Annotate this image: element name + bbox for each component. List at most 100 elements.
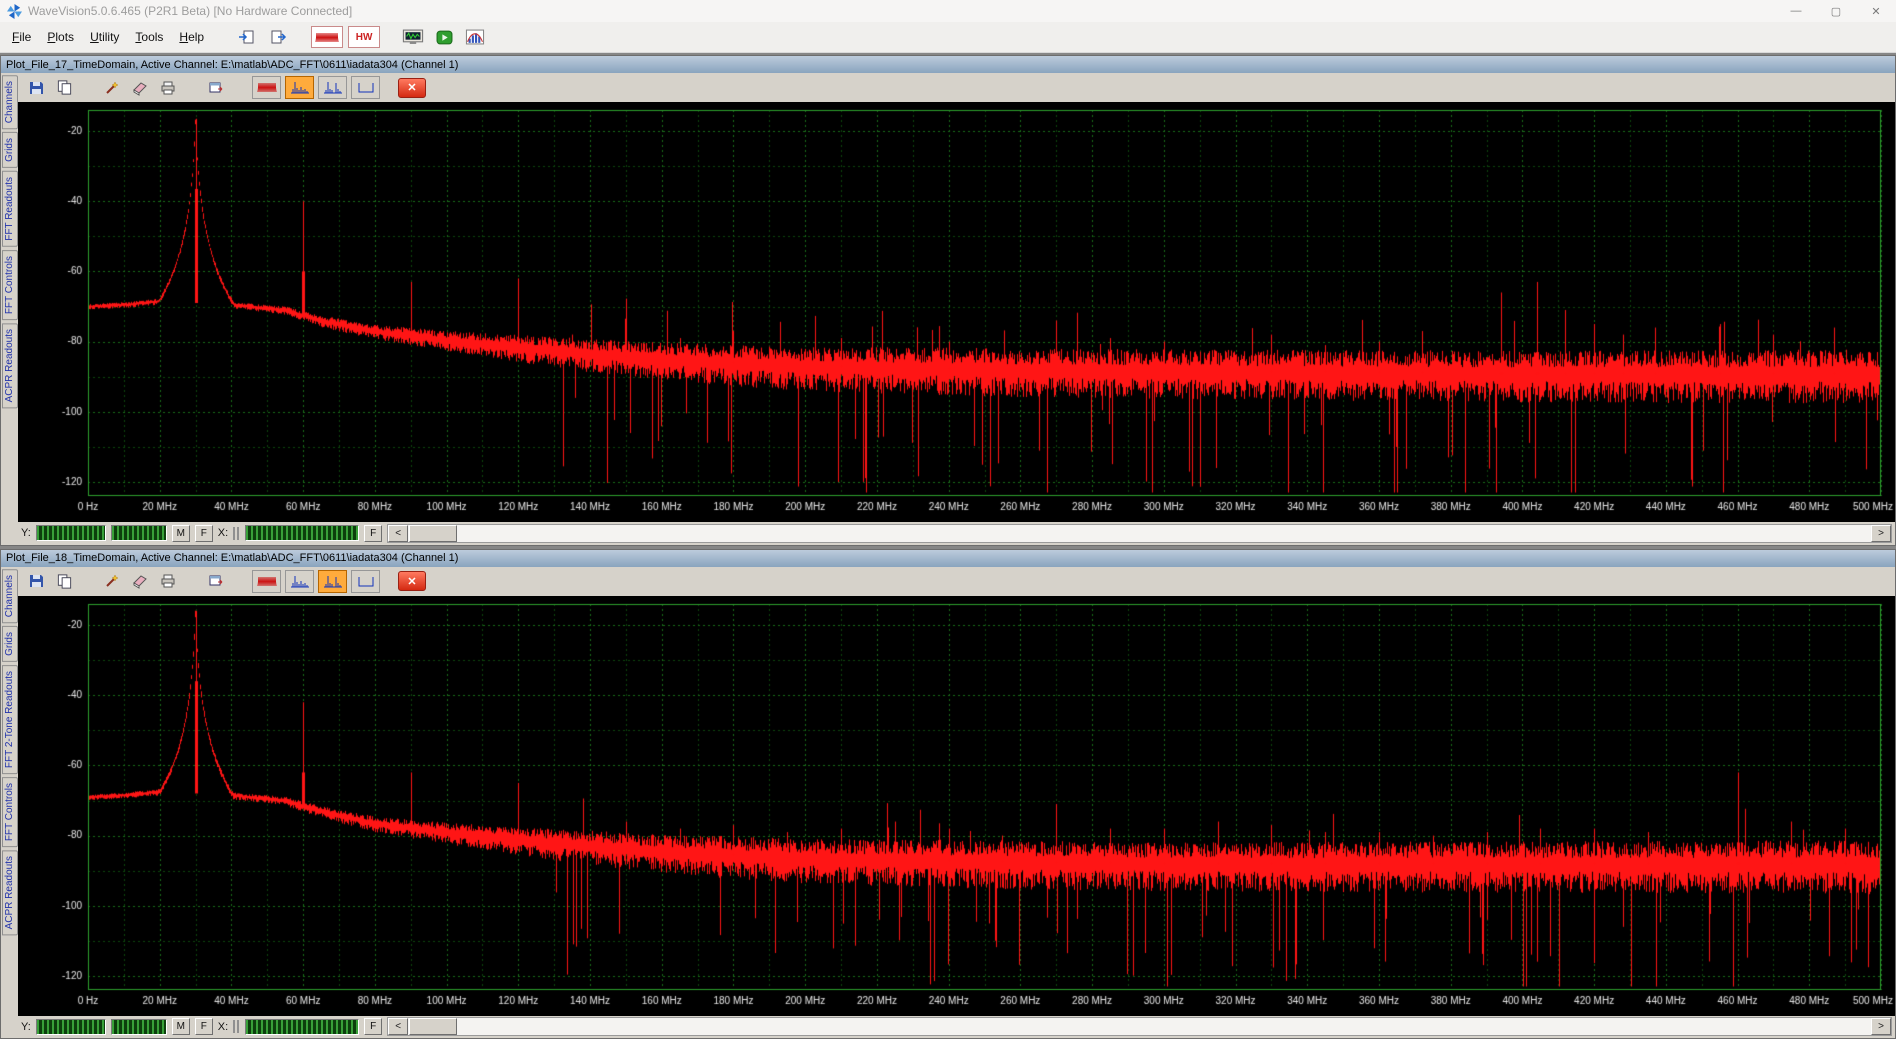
x-fit-button[interactable]: F	[364, 524, 383, 542]
hardware-button[interactable]: HW	[348, 26, 381, 48]
time-plot-button[interactable]	[311, 26, 344, 48]
slider-grip[interactable]	[233, 526, 241, 540]
copy-plot-button[interactable]	[52, 570, 76, 592]
histogram-button[interactable]	[462, 26, 488, 48]
probe-tool-button[interactable]	[100, 570, 124, 592]
y-zoom-slider-2[interactable]	[110, 1018, 167, 1035]
copy-plot-button[interactable]	[52, 77, 76, 99]
time-domain-mode-button[interactable]	[252, 76, 281, 99]
menu-plots[interactable]: Plots	[39, 26, 82, 48]
import-plot-button[interactable]	[234, 26, 260, 48]
scroll-left-button[interactable]: <	[388, 1018, 409, 1035]
export-data-button[interactable]	[204, 77, 228, 99]
side-tab-fft-readouts[interactable]: FFT Readouts	[2, 171, 18, 247]
copy-plot-icon	[57, 573, 71, 589]
copy-plot-icon	[57, 80, 71, 95]
side-tab-channels[interactable]: Channels	[2, 75, 18, 130]
minimize-button[interactable]: —	[1776, 0, 1816, 22]
x-zoom-label: X:	[217, 527, 229, 539]
fft-plot-area	[18, 595, 1895, 1016]
menu-tools[interactable]: Tools	[127, 26, 171, 48]
y-fit-button[interactable]: F	[194, 524, 213, 542]
close-button[interactable]: ✕	[1856, 0, 1896, 22]
app-icon	[6, 3, 22, 19]
scroll-thumb[interactable]	[409, 1018, 458, 1035]
side-tab-grids[interactable]: Grids	[2, 132, 18, 169]
eye-mode-button[interactable]	[351, 76, 380, 99]
horizontal-scrollbar[interactable]: < >	[387, 523, 1892, 543]
scroll-track[interactable]	[457, 525, 1871, 542]
fft-mode-button[interactable]	[285, 76, 314, 99]
plot-window-main: ✕ Y: M F X: F < >	[18, 73, 1895, 545]
y-fit-button[interactable]: F	[194, 1018, 213, 1035]
fft-2tone-mode-button[interactable]	[318, 569, 347, 593]
plot-window-main: ✕ Y: M F X: F < >	[18, 566, 1895, 1038]
time-plot-icon	[315, 32, 339, 42]
probe-tool-icon	[106, 574, 119, 587]
eye-mode-button[interactable]	[351, 569, 380, 593]
side-tab-strip: Channels Grids FFT Readouts FFT Controls ACP…	[1, 73, 18, 545]
fft-icon	[290, 575, 309, 587]
x-zoom-slider[interactable]	[245, 1018, 360, 1035]
save-plot-button[interactable]	[24, 570, 48, 592]
export-data-button[interactable]	[204, 570, 228, 592]
scroll-right-button[interactable]: >	[1871, 1018, 1891, 1035]
capture-icon	[436, 30, 453, 44]
plot-window-18: Plot_File_18_TimeDomain, Active Channel:…	[0, 548, 1896, 1039]
plot-toolbar: ✕	[18, 73, 1895, 102]
scroll-left-button[interactable]: <	[388, 524, 409, 542]
fft-mode-button[interactable]	[285, 569, 314, 593]
eye-diagram-icon	[358, 83, 373, 93]
y-zoom-slider-1[interactable]	[35, 1018, 106, 1035]
side-tab-fft-controls[interactable]: FFT Controls	[2, 249, 18, 321]
import-plot-icon	[239, 30, 254, 44]
fft-2tone-mode-button[interactable]	[318, 76, 347, 99]
scroll-thumb[interactable]	[409, 524, 458, 542]
scroll-track[interactable]	[457, 1018, 1871, 1035]
y-zoom-label: Y:	[21, 527, 31, 539]
maximize-button[interactable]: ▢	[1816, 0, 1856, 22]
plot-window-body: Channels Grids FFT Readouts FFT Controls ACP…	[1, 73, 1895, 545]
plot-window-titlebar[interactable]: Plot_File_18_TimeDomain, Active Channel:…	[1, 549, 1895, 567]
eraser-tool-icon	[133, 81, 147, 96]
export-plot-button[interactable]	[265, 26, 291, 48]
menu-items: File Plots Utility Tools Help	[4, 26, 212, 48]
side-tab-acpr-readouts[interactable]: ACPR Readouts	[2, 323, 18, 409]
side-tab-fft-2-tone-readouts[interactable]: FFT 2-Tone Readouts	[2, 664, 18, 774]
eraser-tool-button[interactable]	[128, 77, 152, 99]
menu-utility[interactable]: Utility	[82, 26, 127, 48]
capture-button[interactable]	[431, 26, 457, 48]
fft-spectrum-canvas[interactable]	[18, 595, 1895, 1016]
x-fit-button[interactable]: F	[364, 1018, 383, 1035]
menu-file[interactable]: File	[4, 26, 39, 48]
horizontal-scrollbar[interactable]: < >	[387, 1017, 1892, 1036]
print-plot-button[interactable]	[156, 77, 180, 99]
probe-tool-button[interactable]	[100, 77, 124, 99]
side-tab-channels[interactable]: Channels	[2, 568, 18, 623]
eraser-tool-button[interactable]	[128, 570, 152, 592]
x-zoom-slider[interactable]	[245, 525, 360, 541]
close-plot-button[interactable]: ✕	[398, 571, 426, 591]
time-domain-mode-button[interactable]	[252, 569, 281, 593]
scroll-right-button[interactable]: >	[1871, 524, 1891, 542]
menu-help[interactable]: Help	[171, 26, 212, 48]
save-plot-button[interactable]	[24, 77, 48, 99]
y-zoom-slider-1[interactable]	[35, 525, 106, 541]
slider-grip[interactable]	[233, 1020, 241, 1033]
side-tab-acpr-readouts[interactable]: ACPR Readouts	[2, 849, 18, 936]
close-plot-button[interactable]: ✕	[398, 77, 426, 98]
print-plot-button[interactable]	[156, 570, 180, 592]
y-manual-button[interactable]: M	[171, 1018, 190, 1035]
y-zoom-slider-2[interactable]	[110, 525, 167, 541]
app-icon-image	[6, 3, 22, 19]
side-tab-grids[interactable]: Grids	[2, 625, 18, 662]
probe-tool-icon	[106, 80, 119, 94]
plot-window-titlebar[interactable]: Plot_File_17_TimeDomain, Active Channel:…	[1, 56, 1895, 73]
y-manual-button[interactable]: M	[171, 524, 190, 542]
scope-button[interactable]	[400, 26, 426, 48]
side-tab-fft-controls[interactable]: FFT Controls	[2, 776, 18, 847]
fft-spectrum-canvas[interactable]	[18, 102, 1895, 522]
